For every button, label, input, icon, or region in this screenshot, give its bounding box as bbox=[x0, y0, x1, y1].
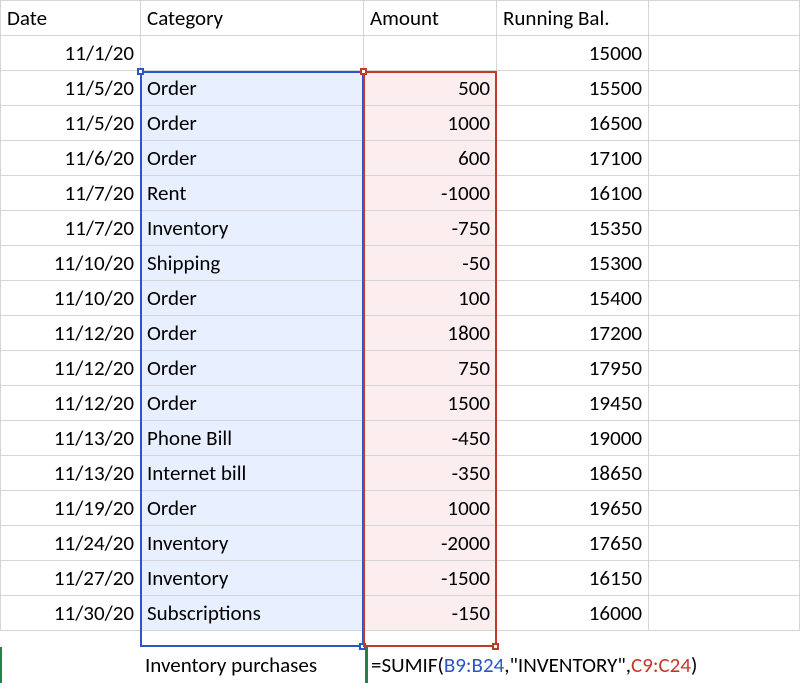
formula-text: ) bbox=[691, 652, 697, 678]
range-handle[interactable] bbox=[360, 68, 367, 75]
header-row: Date Category Amount Running Bal. bbox=[1, 1, 800, 36]
range-highlight-criteria bbox=[140, 71, 364, 647]
cell-balance[interactable]: 16150 bbox=[497, 561, 649, 596]
cell-category[interactable] bbox=[141, 36, 364, 71]
cell-empty[interactable] bbox=[649, 596, 800, 631]
table-row: 11/1/20 15000 bbox=[1, 36, 800, 71]
cell-balance[interactable]: 18650 bbox=[497, 456, 649, 491]
formula-text: =SUMIF( bbox=[371, 652, 444, 678]
cell-date[interactable]: 11/6/20 bbox=[1, 141, 141, 176]
header-amount[interactable]: Amount bbox=[364, 1, 497, 36]
cell-balance[interactable]: 16100 bbox=[497, 176, 649, 211]
cell-empty[interactable] bbox=[649, 246, 800, 281]
cell-date[interactable]: 11/5/20 bbox=[1, 71, 141, 106]
cell-date[interactable]: 11/12/20 bbox=[1, 386, 141, 421]
cell-date[interactable]: 11/5/20 bbox=[1, 106, 141, 141]
active-row-indicator bbox=[0, 647, 2, 683]
header-balance[interactable]: Running Bal. bbox=[497, 1, 649, 36]
cell-empty[interactable] bbox=[649, 36, 800, 71]
cell-balance[interactable]: 17950 bbox=[497, 351, 649, 386]
cell-empty[interactable] bbox=[649, 1, 800, 36]
cell-balance[interactable]: 19450 bbox=[497, 386, 649, 421]
cell-date[interactable]: 11/7/20 bbox=[1, 211, 141, 246]
cell-empty[interactable] bbox=[649, 526, 800, 561]
header-date[interactable]: Date bbox=[1, 1, 141, 36]
cell-balance[interactable]: 17100 bbox=[497, 141, 649, 176]
cell-date[interactable]: 11/19/20 bbox=[1, 491, 141, 526]
cell-date[interactable]: 11/27/20 bbox=[1, 561, 141, 596]
cell-date[interactable]: 11/13/20 bbox=[1, 421, 141, 456]
cell-empty[interactable] bbox=[649, 421, 800, 456]
cell-balance[interactable]: 16000 bbox=[497, 596, 649, 631]
cell-date[interactable]: 11/12/20 bbox=[1, 351, 141, 386]
cell-empty[interactable] bbox=[649, 211, 800, 246]
cell-date[interactable]: 11/10/20 bbox=[1, 246, 141, 281]
cell-empty[interactable] bbox=[649, 456, 800, 491]
cell-balance[interactable]: 17200 bbox=[497, 316, 649, 351]
cell-date[interactable]: 11/30/20 bbox=[1, 596, 141, 631]
range-handle[interactable] bbox=[137, 68, 144, 75]
cell-balance[interactable]: 15350 bbox=[497, 211, 649, 246]
cell-balance[interactable]: 15400 bbox=[497, 281, 649, 316]
range-highlight-sum bbox=[363, 71, 497, 647]
cell-empty[interactable] bbox=[649, 351, 800, 386]
cell-empty[interactable] bbox=[649, 281, 800, 316]
cell-balance[interactable]: 15300 bbox=[497, 246, 649, 281]
formula-text: ,"INVENTORY", bbox=[504, 652, 631, 678]
formula-label[interactable]: Inventory purchases bbox=[141, 647, 321, 683]
cell-balance[interactable]: 19000 bbox=[497, 421, 649, 456]
formula-range-1: B9:B24 bbox=[444, 652, 504, 678]
spreadsheet[interactable]: Date Category Amount Running Bal. 11/1/2… bbox=[0, 0, 800, 683]
cell-date[interactable]: 11/1/20 bbox=[1, 36, 141, 71]
cell-empty[interactable] bbox=[649, 141, 800, 176]
cell-balance[interactable]: 16500 bbox=[497, 106, 649, 141]
cell-empty[interactable] bbox=[649, 491, 800, 526]
cell-balance[interactable]: 15000 bbox=[497, 36, 649, 71]
cell-empty[interactable] bbox=[649, 316, 800, 351]
cell-empty[interactable] bbox=[649, 561, 800, 596]
formula-range-2: C9:C24 bbox=[631, 652, 691, 678]
cell-empty[interactable] bbox=[649, 386, 800, 421]
cell-empty[interactable] bbox=[649, 71, 800, 106]
cell-empty[interactable] bbox=[649, 176, 800, 211]
cell-date[interactable]: 11/13/20 bbox=[1, 456, 141, 491]
formula-input[interactable]: =SUMIF(B9:B24,"INVENTORY",C9:C24) bbox=[365, 647, 697, 683]
cell-date[interactable]: 11/7/20 bbox=[1, 176, 141, 211]
cell-balance[interactable]: 15500 bbox=[497, 71, 649, 106]
cell-date[interactable]: 11/10/20 bbox=[1, 281, 141, 316]
cell-amount[interactable] bbox=[364, 36, 497, 71]
cell-date[interactable]: 11/12/20 bbox=[1, 316, 141, 351]
cell-empty[interactable] bbox=[649, 106, 800, 141]
cell-balance[interactable]: 17650 bbox=[497, 526, 649, 561]
header-category[interactable]: Category bbox=[141, 1, 364, 36]
cell-date[interactable]: 11/24/20 bbox=[1, 526, 141, 561]
cell-balance[interactable]: 19650 bbox=[497, 491, 649, 526]
